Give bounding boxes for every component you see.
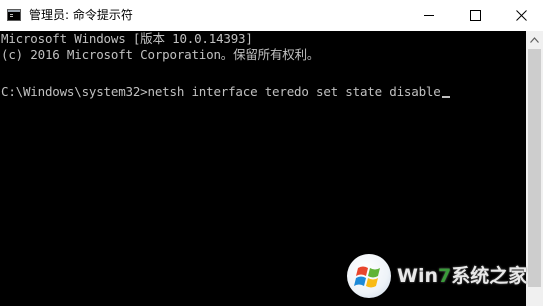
maximize-icon: [469, 10, 481, 21]
windows-logo-icon: [354, 266, 380, 288]
text-cursor: [441, 96, 450, 98]
watermark: Win7系统之家: [343, 250, 543, 306]
cmd-icon[interactable]: [7, 9, 21, 21]
version-line: Microsoft Windows [版本 10.0.14393]: [1, 31, 253, 46]
close-icon: [515, 10, 527, 21]
prompt-path: C:\Windows\system32>: [1, 84, 148, 99]
command-prompt-window: 管理员: 命令提示符 Microsoft Windows [版本 10.0.14…: [0, 0, 543, 306]
window-title: 管理员: 命令提示符: [29, 8, 133, 22]
watermark-logo: [347, 254, 391, 298]
command-text: netsh interface teredo set state disable: [147, 84, 441, 99]
maximize-button[interactable]: [452, 0, 498, 31]
scroll-up-button[interactable]: [526, 31, 543, 48]
watermark-text: Win7系统之家: [397, 265, 528, 287]
minimize-button[interactable]: [406, 0, 452, 31]
minimize-icon: [423, 15, 434, 16]
title-bar[interactable]: 管理员: 命令提示符: [0, 0, 543, 32]
close-button[interactable]: [498, 0, 543, 31]
chevron-up-icon: [530, 36, 539, 43]
command-line[interactable]: C:\Windows\system32>netsh interface tere…: [1, 84, 450, 100]
copyright-line: (c) 2016 Microsoft Corporation。保留所有权利。: [1, 47, 320, 62]
